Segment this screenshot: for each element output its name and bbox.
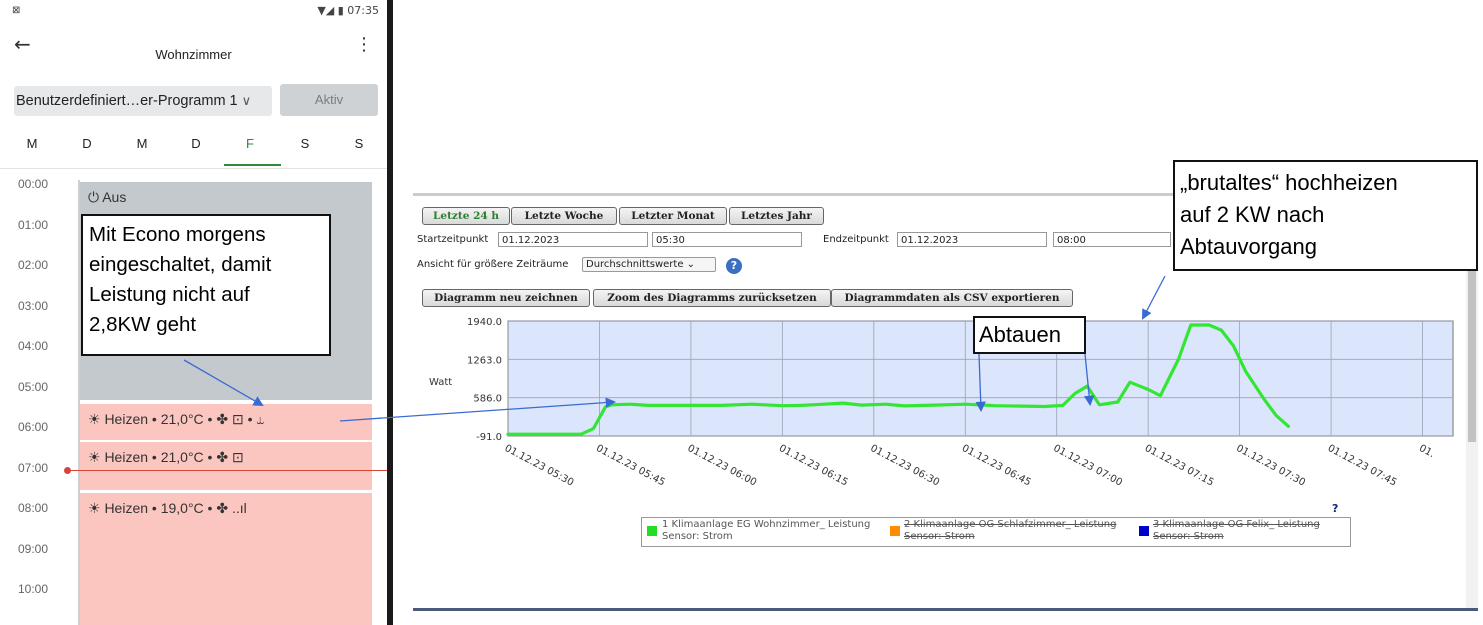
chart-legend: 1 Klimaanlage EG Wohnzimmer_ Leistung Se… — [641, 517, 1351, 547]
phone-frame-edge — [387, 0, 393, 625]
hour-label: 00:00 — [18, 177, 49, 191]
stray-question-mark: ? — [1332, 502, 1339, 515]
legend-item-1-sensor: Sensor: Strom — [662, 531, 733, 542]
app-bar: ← Wohnzimmer ⋮ — [0, 26, 387, 70]
hour-label: 10:00 — [18, 582, 49, 596]
legend-item-1-title: 1 Klimaanlage EG Wohnzimmer_ Leistung — [662, 519, 871, 530]
callout-reheat: „brutaltes“ hochheizen auf 2 KW nach Abt… — [1173, 160, 1478, 271]
start-time-input[interactable]: 05:30 — [652, 232, 802, 247]
help-icon[interactable]: ? — [726, 258, 742, 274]
schedule-block-label: ⏻ Aus — [88, 189, 127, 205]
active-button[interactable]: Aktiv — [280, 84, 378, 116]
status-indicators: ▼◢ ▮ 07:35 — [317, 4, 379, 17]
schedule-block-label: ☀ Heizen • 21,0°C • ✤ ⊡ — [88, 449, 244, 465]
day-tab[interactable]: S — [285, 136, 325, 151]
x-tick-label: 01.12.23 05:30 — [503, 443, 576, 489]
x-tick-label: 01.12.23 07:00 — [1051, 443, 1124, 489]
schedule-block-label: ☀ Heizen • 21,0°C • ✤ ⊡ • ⥿ — [88, 411, 265, 427]
program-dropdown-label: Benutzerdefiniert…er-Programm 1 — [16, 93, 238, 109]
callout-econo: Mit Econo morgens eingeschaltet, damit L… — [81, 214, 331, 356]
start-label: Startzeitpunkt — [417, 234, 489, 245]
callout-econo-line-1: Mit Econo morgens — [89, 223, 266, 246]
day-tab[interactable]: D — [67, 136, 107, 151]
callout-abtauen: Abtauen — [973, 316, 1086, 354]
y-tick-label: 1263.0 — [467, 355, 502, 366]
end-time-input[interactable]: 08:00 — [1053, 232, 1171, 247]
redraw-button[interactable]: Diagramm neu zeichnen — [422, 289, 590, 307]
y-tick-label: 1940.0 — [467, 317, 502, 328]
schedule-block-heat-1[interactable]: ☀ Heizen • 21,0°C • ✤ ⊡ • ⥿ — [80, 404, 372, 440]
hour-label: 07:00 — [18, 460, 49, 475]
schedule-block-heat-2[interactable]: ☀ Heizen • 21,0°C • ✤ ⊡ — [80, 442, 372, 490]
hour-label: 04:00 — [18, 339, 49, 353]
hour-label: 05:00 — [18, 379, 49, 394]
notification-icon: ⊠ — [12, 5, 21, 16]
legend-item-2[interactable]: 2 Klimaanlage OG Schlafzimmer_ Leistung … — [904, 519, 1116, 543]
hour-label: 08:00 — [18, 501, 49, 515]
hour-label: 01:00 — [18, 217, 49, 232]
range-button-week[interactable]: Letzte Woche — [511, 207, 617, 225]
day-tab[interactable]: M — [12, 136, 52, 151]
legend-item-3-sensor: Sensor: Strom — [1153, 531, 1224, 542]
day-tab[interactable]: F — [230, 136, 270, 151]
legend-item-3-title: 3 Klimaanlage OG Felix_ Leistung — [1153, 519, 1320, 530]
legend-item-3[interactable]: 3 Klimaanlage OG Felix_ Leistung Sensor:… — [1153, 519, 1320, 543]
callout-econo-line-4: 2,8KW geht — [89, 313, 197, 336]
callout-econo-line-2: eingeschaltet, damit — [89, 253, 272, 276]
hour-label: 06:00 — [18, 420, 49, 434]
x-tick-label: 01. — [1417, 443, 1436, 460]
export-csv-button[interactable]: Diagrammdaten als CSV exportieren — [831, 289, 1073, 307]
program-dropdown[interactable]: Benutzerdefiniert…er-Programm 1 ∨ — [14, 86, 272, 116]
legend-item-1[interactable]: 1 Klimaanlage EG Wohnzimmer_ Leistung Se… — [662, 519, 870, 543]
day-tab[interactable]: S — [339, 136, 379, 151]
current-time-line — [67, 470, 387, 471]
y-tick-label: -91.0 — [476, 432, 502, 443]
status-bar: ⊠ ▼◢ ▮ 07:35 — [0, 0, 387, 24]
legend-swatch-1 — [647, 526, 657, 536]
hour-label: 02:00 — [18, 258, 49, 272]
legend-item-2-title: 2 Klimaanlage OG Schlafzimmer_ Leistung — [904, 519, 1117, 530]
range-button-year[interactable]: Letztes Jahr — [729, 207, 824, 225]
x-tick-label: 01.12.23 06:15 — [777, 443, 850, 489]
y-axis-label: Watt — [429, 377, 452, 388]
power-chart: 1940.0 1263.0 586.0 -91.001.12.23 05:30 01.1… — [429, 317, 1454, 489]
hour-label: 03:00 — [18, 298, 49, 313]
x-tick-label: 01.12.23 05:45 — [594, 443, 667, 489]
day-tab[interactable]: D — [176, 136, 216, 151]
end-date-input[interactable]: 01.12.2023 — [897, 232, 1047, 247]
start-date-input[interactable]: 01.12.2023 — [498, 232, 648, 247]
overflow-menu-icon[interactable]: ⋮ — [355, 34, 373, 55]
callout-reheat-line-1: „brutaltes“ hochheizen — [1180, 170, 1398, 195]
x-tick-label: 01.12.23 07:45 — [1326, 443, 1399, 489]
legend-swatch-2 — [890, 526, 900, 536]
weekday-tabs: MDMDFSS — [0, 130, 387, 169]
hour-label: 09:00 — [18, 541, 49, 556]
x-tick-label: 01.12.23 06:00 — [685, 443, 758, 489]
day-tab[interactable]: M — [122, 136, 162, 151]
end-label: Endzeitpunkt — [823, 234, 889, 245]
y-tick-label: 586.0 — [473, 394, 502, 405]
current-time-dot — [64, 467, 71, 474]
range-button-24h[interactable]: Letzte 24 h — [422, 207, 510, 225]
callout-econo-line-3: Leistung nicht auf — [89, 283, 250, 306]
view-select[interactable]: Durchschnittswerte ⌄ — [582, 257, 716, 272]
x-tick-label: 01.12.23 07:30 — [1234, 443, 1307, 489]
schedule-block-heat-3[interactable]: ☀ Heizen • 19,0°C • ✤ ..ıl — [80, 493, 372, 625]
callout-reheat-line-3: Abtauvorgang — [1180, 234, 1317, 259]
legend-swatch-3 — [1139, 526, 1149, 536]
view-label: Ansicht für größere Zeiträume — [417, 259, 569, 270]
legend-item-2-sensor: Sensor: Strom — [904, 531, 975, 542]
range-button-month[interactable]: Letzter Monat — [619, 207, 727, 225]
selected-day-indicator — [224, 164, 281, 166]
callout-reheat-line-2: auf 2 KW nach — [1180, 202, 1325, 227]
x-tick-label: 01.12.23 06:30 — [868, 443, 941, 489]
schedule-block-label: ☀ Heizen • 19,0°C • ✤ ..ıl — [88, 500, 247, 516]
chevron-down-icon: ∨ — [241, 94, 252, 109]
reset-zoom-button[interactable]: Zoom des Diagramms zurücksetzen — [593, 289, 831, 307]
page-title: Wohnzimmer — [155, 47, 232, 62]
x-tick-label: 01.12.23 06:45 — [960, 443, 1033, 489]
x-tick-label: 01.12.23 07:15 — [1143, 443, 1216, 489]
